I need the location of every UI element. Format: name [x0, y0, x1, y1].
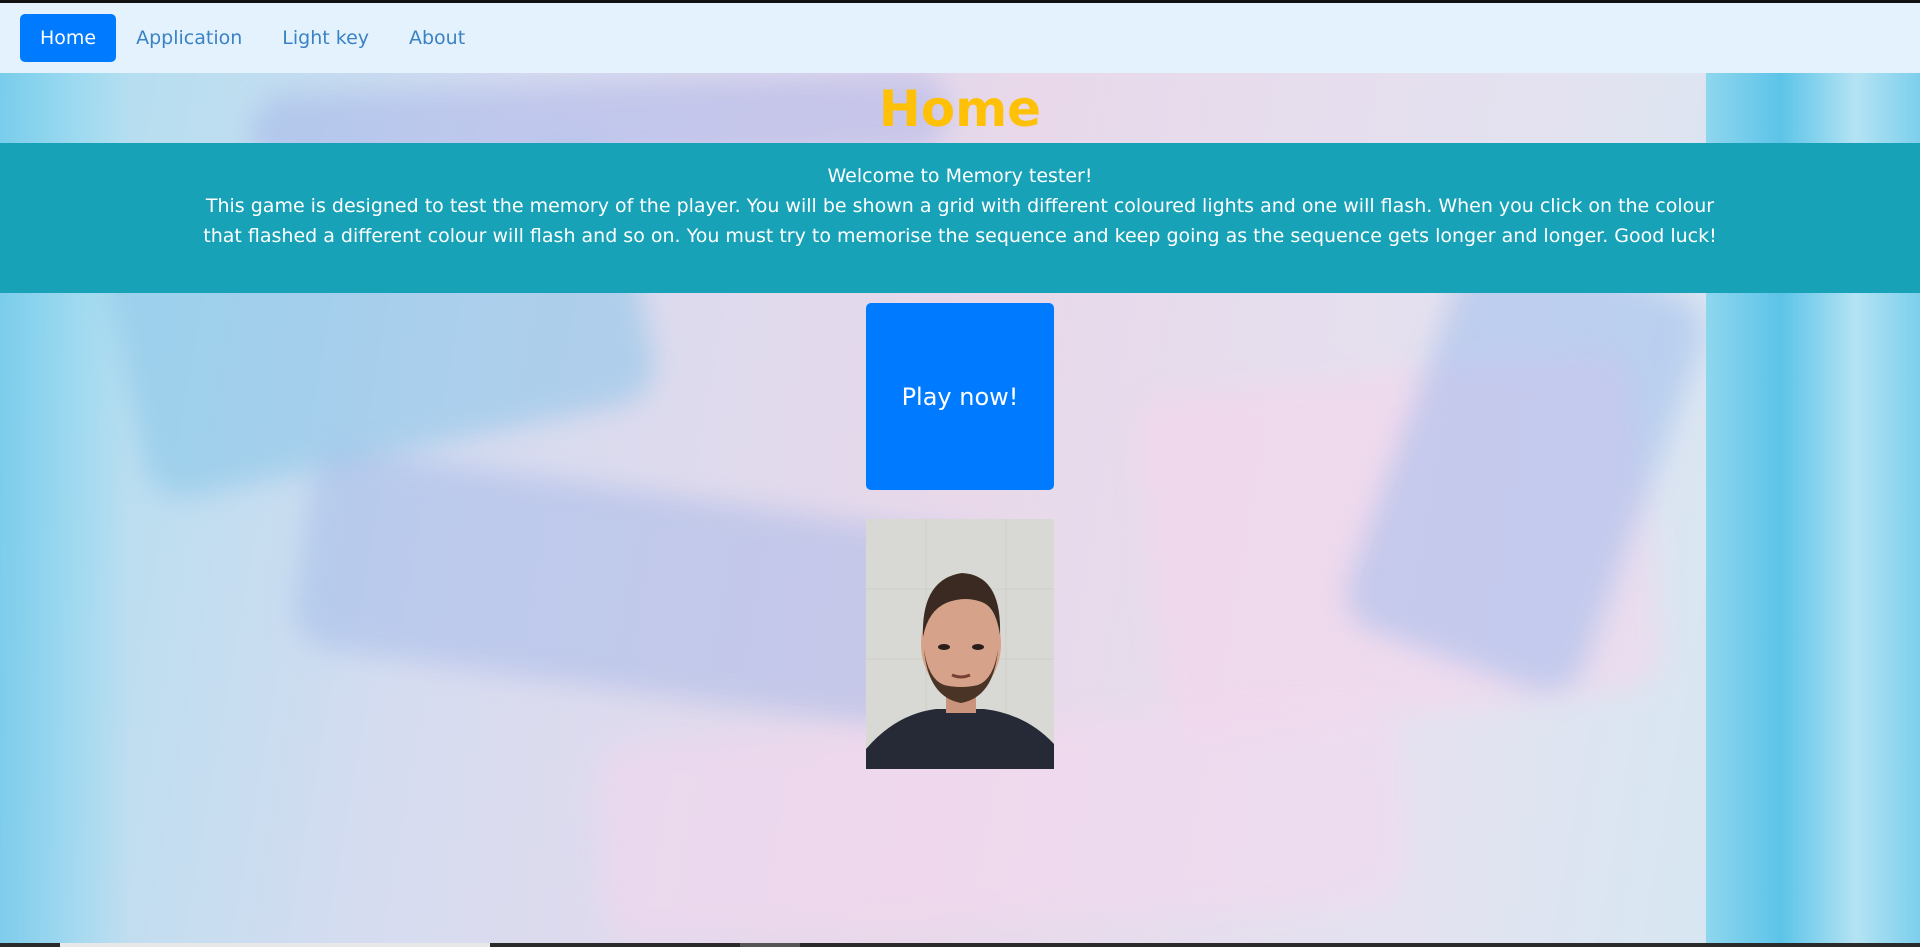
nav-item-application[interactable]: Application: [116, 14, 262, 62]
nav-item-light-key[interactable]: Light key: [262, 14, 389, 62]
welcome-description: This game is designed to test the memory…: [203, 195, 1717, 247]
nav-item-home[interactable]: Home: [20, 14, 117, 62]
welcome-heading: Welcome to Memory tester!: [827, 165, 1093, 187]
player-photo: [866, 519, 1054, 769]
play-now-button[interactable]: Play now!: [866, 303, 1054, 490]
nav-item-about[interactable]: About: [389, 14, 485, 62]
page-title: Home: [878, 80, 1042, 138]
taskbar-strip: [0, 943, 1920, 947]
top-navbar: Home Application Light key About: [0, 3, 1920, 73]
portrait-image: [866, 519, 1054, 769]
main-content: Home Welcome to Memory tester! This game…: [0, 73, 1920, 943]
welcome-banner: Welcome to Memory tester! This game is d…: [0, 143, 1920, 293]
